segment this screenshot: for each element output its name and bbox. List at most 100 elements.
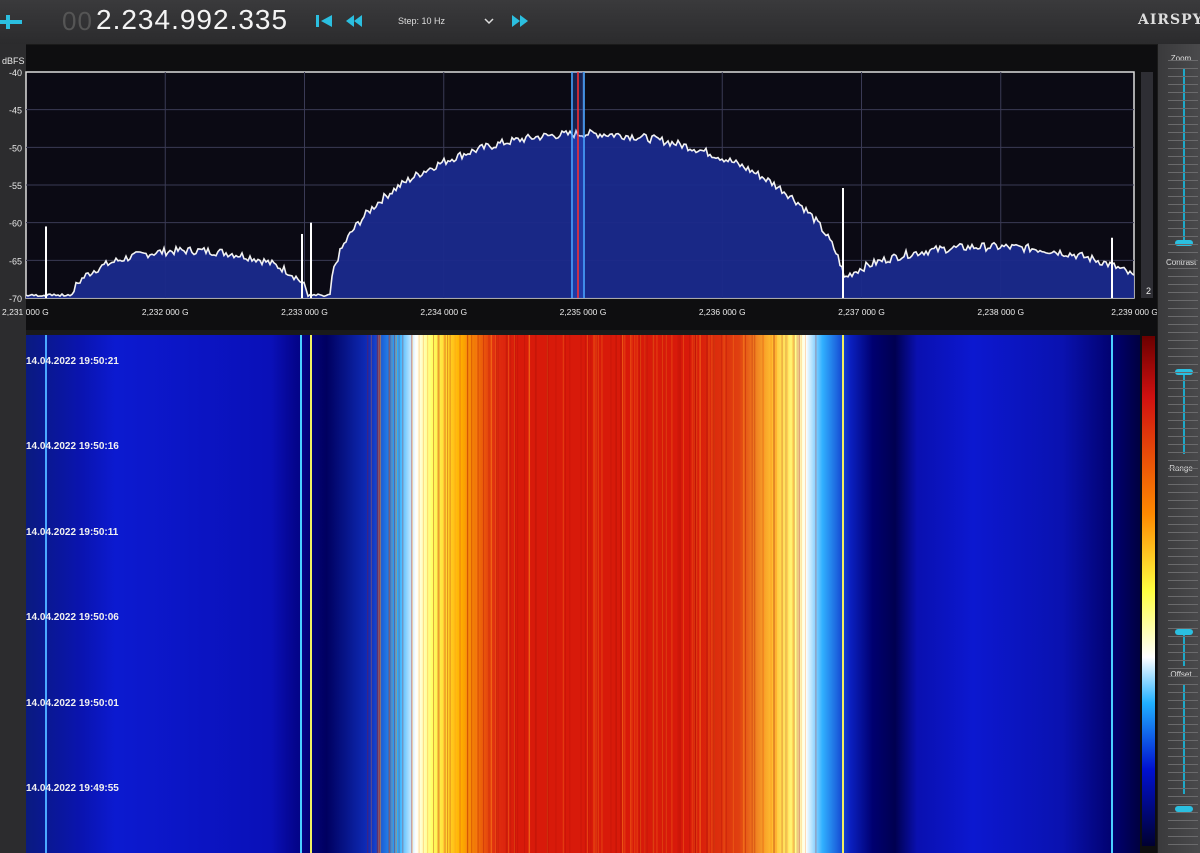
corner-badge: 2	[1146, 286, 1151, 296]
scale-tick	[1168, 84, 1198, 85]
tune-to-start-button[interactable]	[312, 10, 336, 32]
scale-tick	[1168, 244, 1198, 245]
scale-tick	[1168, 276, 1198, 277]
scale-tick	[1168, 564, 1198, 565]
scale-tick	[1168, 76, 1198, 77]
waterfall-image	[26, 330, 1140, 853]
frequency-prefix: 00	[62, 6, 93, 36]
scale-tick	[1168, 652, 1198, 653]
scale-tick	[1168, 764, 1198, 765]
scale-tick	[1168, 292, 1198, 293]
scale-tick	[1168, 404, 1198, 405]
scale-tick	[1168, 316, 1198, 317]
y-tick-label: -70	[9, 294, 22, 304]
spectrum-scrollbar	[1141, 72, 1153, 298]
airspy-logo: AIRSPY	[1138, 12, 1200, 28]
scale-tick	[1168, 348, 1198, 349]
scale-tick	[1168, 828, 1198, 829]
slider-scale-ticks	[1168, 60, 1198, 850]
scale-tick	[1168, 524, 1198, 525]
scale-tick	[1168, 140, 1198, 141]
scale-tick	[1168, 668, 1198, 669]
x-tick-label: 2,234 000 G	[420, 307, 467, 317]
scale-tick	[1168, 468, 1198, 469]
step-down-button[interactable]	[342, 10, 366, 32]
spectrum-plot[interactable]: -40 -45 -50 -55 -60 -65 -70 2,231 000 G 2,232 00…	[0, 60, 1160, 330]
scale-tick	[1168, 676, 1198, 677]
scale-tick	[1168, 580, 1198, 581]
power-toggle-icon[interactable]	[0, 14, 22, 30]
scale-tick	[1168, 204, 1198, 205]
x-tick-label: 2,238 000 G	[977, 307, 1024, 317]
scale-tick	[1168, 236, 1198, 237]
scale-tick	[1168, 588, 1198, 589]
x-tick-label: 2,235 000 G	[560, 307, 607, 317]
scale-tick	[1168, 332, 1198, 333]
scale-tick	[1168, 620, 1198, 621]
skip-back-icon	[316, 15, 332, 27]
scale-tick	[1168, 780, 1198, 781]
scale-tick	[1168, 700, 1198, 701]
timestamp-label: 14.04.2022 19:50:16	[26, 441, 119, 452]
scale-tick	[1168, 540, 1198, 541]
scale-tick	[1168, 228, 1198, 229]
scale-tick	[1168, 804, 1198, 805]
scale-tick	[1168, 148, 1198, 149]
scale-tick	[1168, 756, 1198, 757]
rewind-icon	[346, 15, 362, 27]
timestamp-label: 14.04.2022 19:49:55	[26, 783, 119, 794]
scale-tick	[1168, 444, 1198, 445]
y-tick-label: -60	[9, 219, 22, 229]
scale-tick	[1168, 796, 1198, 797]
scale-tick	[1168, 156, 1198, 157]
scale-tick	[1168, 100, 1198, 101]
scale-tick	[1168, 604, 1198, 605]
scale-tick	[1168, 596, 1198, 597]
scale-tick	[1168, 812, 1198, 813]
scale-tick	[1168, 628, 1198, 629]
scale-tick	[1168, 740, 1198, 741]
waterfall-display[interactable]	[26, 330, 1140, 853]
scale-tick	[1168, 548, 1198, 549]
step-up-button[interactable]	[508, 10, 532, 32]
timestamp-label: 14.04.2022 19:50:01	[26, 698, 119, 709]
frequency-display[interactable]: 2.234.992.335	[96, 4, 288, 36]
scale-tick	[1168, 324, 1198, 325]
scale-tick	[1168, 340, 1198, 341]
scale-tick	[1168, 412, 1198, 413]
scale-tick	[1168, 188, 1198, 189]
timestamp-label: 14.04.2022 19:50:21	[26, 356, 119, 367]
scale-tick	[1168, 388, 1198, 389]
scale-tick	[1168, 484, 1198, 485]
scale-tick	[1168, 196, 1198, 197]
scale-tick	[1168, 268, 1198, 269]
step-select[interactable]: Step: 10 Hz	[392, 12, 500, 30]
scale-tick	[1168, 124, 1198, 125]
scale-tick	[1168, 364, 1198, 365]
scale-tick	[1168, 68, 1198, 69]
scale-tick	[1168, 172, 1198, 173]
scale-tick	[1168, 516, 1198, 517]
scale-tick	[1168, 644, 1198, 645]
scale-tick	[1168, 636, 1198, 637]
scale-tick	[1168, 116, 1198, 117]
waterfall-top-border	[26, 330, 1140, 335]
x-tick-label: 2,237 000 G	[838, 307, 885, 317]
y-tick-label: -65	[9, 256, 22, 266]
toolbar: 00 2.234.992.335 Step: 10 Hz AIRSPY	[0, 0, 1200, 45]
waterfall-colorbar	[1142, 336, 1155, 846]
scale-tick	[1168, 452, 1198, 453]
scale-tick	[1168, 420, 1198, 421]
scale-tick	[1168, 724, 1198, 725]
scale-tick	[1168, 436, 1198, 437]
scale-tick	[1168, 212, 1198, 213]
scale-tick	[1168, 612, 1198, 613]
scale-tick	[1168, 772, 1198, 773]
x-tick-label: 2,231 000 G	[2, 307, 49, 317]
y-tick-label: -50	[9, 143, 22, 153]
scale-tick	[1168, 284, 1198, 285]
scale-tick	[1168, 92, 1198, 93]
scale-tick	[1168, 836, 1198, 837]
fast-forward-icon	[512, 15, 528, 27]
scale-tick	[1168, 684, 1198, 685]
